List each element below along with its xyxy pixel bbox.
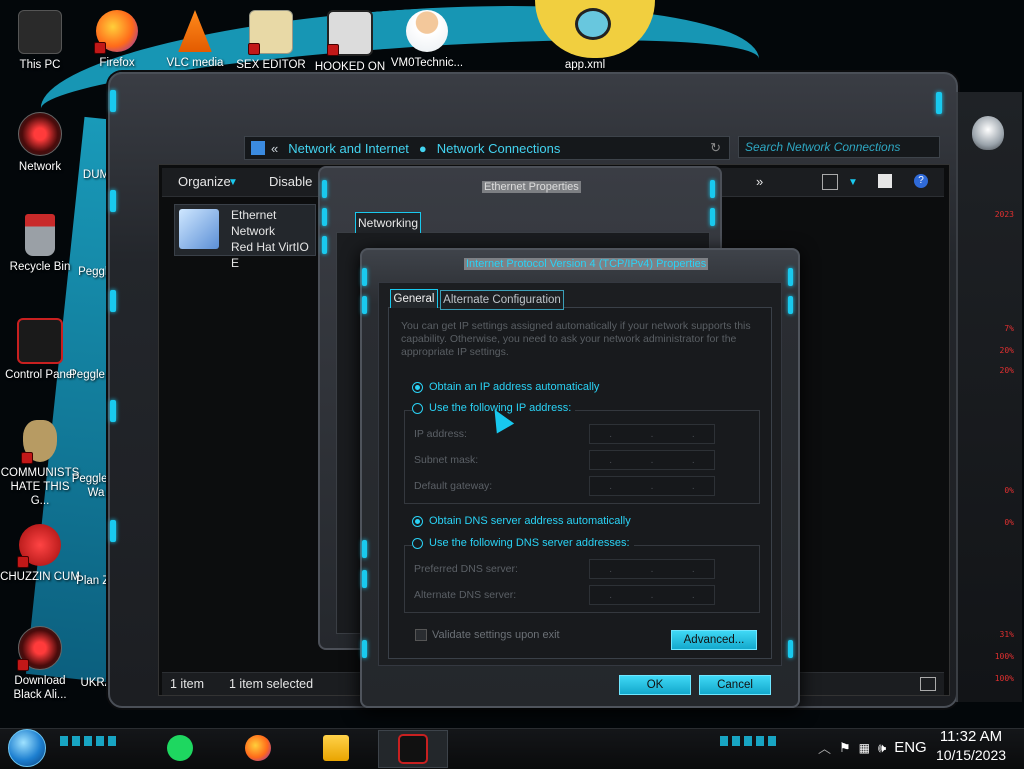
clock-time: 11:32 AM: [939, 728, 1003, 745]
tab-alternate-configuration[interactable]: Alternate Configuration: [440, 290, 564, 310]
breadcrumb-network-connections[interactable]: Network Connections: [437, 141, 561, 156]
cancel-button[interactable]: Cancel: [699, 675, 771, 695]
network-icon[interactable]: ▦: [859, 741, 870, 755]
chuzzle-icon: [17, 524, 61, 568]
tab-general[interactable]: General: [390, 289, 438, 308]
clock-date: 10/15/2023: [935, 747, 1007, 763]
obtain-dns-automatically-radio[interactable]: Obtain DNS server address automatically: [412, 515, 631, 527]
firefox-icon: [94, 10, 138, 54]
breadcrumb-separator-icon: ●: [418, 140, 427, 156]
address-bar[interactable]: « Network and Internet ● Network Connect…: [244, 136, 730, 160]
network-icon: [18, 112, 62, 156]
radio-selected-icon: [412, 381, 423, 393]
connection-status: Network: [231, 224, 276, 238]
radio-unselected-icon: [412, 537, 423, 549]
taskbar-app-firefox[interactable]: [230, 730, 286, 766]
back-chevron-icon[interactable]: «: [271, 141, 278, 156]
taskbar-decoration: [60, 736, 120, 746]
radio-unselected-icon: [412, 402, 423, 414]
selection-count: 1 item selected: [229, 677, 314, 691]
ip-address-label: IP address:: [414, 428, 467, 440]
alternate-dns-input[interactable]: ...: [589, 585, 715, 605]
start-button-icon[interactable]: [8, 729, 46, 767]
ipv4-dialog-title: Internet Protocol Version 4 (TCP/IPv4) P…: [464, 258, 709, 270]
preferred-dns-input[interactable]: ...: [589, 559, 715, 579]
subnet-mask-label: Subnet mask:: [414, 454, 479, 466]
desktop-icon-hooked-on[interactable]: HOOKED ON: [310, 10, 390, 74]
computer-icon: [18, 10, 62, 54]
alienware-logo-icon: [972, 116, 1004, 150]
tab-networking[interactable]: Networking: [355, 212, 421, 233]
default-gateway-input[interactable]: ...: [589, 476, 715, 496]
view-dropdown-icon[interactable]: ▼: [848, 177, 858, 188]
help-icon[interactable]: ?: [914, 174, 928, 188]
clock[interactable]: 11:32 AM 10/15/2023: [930, 728, 1012, 764]
doctor-icon: [406, 10, 448, 52]
checkbox-icon: [415, 629, 427, 641]
view-options-icon[interactable]: [822, 174, 838, 190]
preferred-dns-label: Preferred DNS server:: [414, 563, 518, 575]
subnet-mask-input[interactable]: ...: [589, 450, 715, 470]
money-bag-icon: [21, 420, 57, 464]
desktop-icon-vm0technic[interactable]: VM0Technic...: [387, 10, 467, 70]
spotify-icon: [167, 735, 193, 761]
ip-settings-description: You can get IP settings assigned automat…: [401, 320, 751, 358]
disable-button[interactable]: Disable: [269, 174, 312, 189]
firefox-icon: [245, 735, 271, 761]
preview-pane-icon[interactable]: [878, 174, 892, 188]
taskbar-decoration: [720, 736, 780, 746]
alienware-app-icon: [398, 734, 428, 764]
desktop-icon-download-black-ali[interactable]: Download Black Ali...: [0, 626, 80, 702]
more-commands-button[interactable]: »: [756, 174, 763, 189]
organize-dropdown-icon[interactable]: ▼: [228, 177, 238, 188]
taskbar-app-alienware[interactable]: [378, 730, 448, 768]
default-gateway-label: Default gateway:: [414, 480, 493, 492]
volume-icon[interactable]: 🕪: [878, 740, 886, 756]
desktop-icon-app-xml[interactable]: app.xml: [545, 58, 625, 72]
show-hidden-icons-icon[interactable]: ︿: [818, 738, 831, 757]
maze-game-icon: [327, 10, 373, 56]
language-indicator[interactable]: ENG: [894, 739, 927, 756]
ethernet-properties-title: Ethernet Properties: [482, 181, 581, 193]
desktop-icon-vlc[interactable]: VLC media: [155, 10, 235, 70]
alienware-side-panel: 2023 7% 20% 20% 0% 0% 31% 100% 100%: [956, 92, 1022, 702]
recycle-bin-icon: [25, 214, 55, 256]
hex-editor-icon: [248, 10, 293, 55]
desktop-icon-sex-editor[interactable]: SEX EDITOR: [231, 10, 311, 72]
desktop-icon-this-pc[interactable]: This PC: [0, 10, 80, 72]
obtain-ip-automatically-radio[interactable]: Obtain an IP address automatically: [412, 381, 599, 393]
file-explorer-icon: [323, 735, 349, 761]
desktop-icon-firefox[interactable]: Firefox: [77, 10, 157, 70]
connection-name: Ethernet: [231, 208, 277, 222]
alternate-dns-label: Alternate DNS server:: [414, 589, 517, 601]
ip-address-input[interactable]: ...: [589, 424, 715, 444]
network-adapter-icon: [179, 209, 219, 249]
item-count: 1 item: [170, 677, 205, 691]
details-view-icon[interactable]: [920, 677, 936, 691]
refresh-icon[interactable]: ↻: [710, 140, 721, 156]
search-input[interactable]: Search Network Connections: [738, 136, 940, 158]
taskbar-app-spotify[interactable]: [152, 730, 208, 766]
control-panel-icon: [251, 141, 265, 155]
vlc-icon: [178, 10, 212, 52]
taskbar-app-file-explorer[interactable]: [308, 730, 364, 766]
advanced-button[interactable]: Advanced...: [671, 630, 757, 650]
ok-button[interactable]: OK: [619, 675, 691, 695]
control-panel-icon: [17, 318, 63, 364]
radio-selected-icon: [412, 515, 423, 527]
organize-button[interactable]: Organize: [178, 174, 231, 189]
breadcrumb-network-and-internet[interactable]: Network and Internet: [288, 141, 409, 156]
desktop-icon-network[interactable]: Network: [0, 112, 80, 174]
use-following-dns-radio[interactable]: Use the following DNS server addresses:: [412, 537, 634, 549]
flag-icon[interactable]: ⚑: [839, 740, 851, 756]
system-tray: ︿ ⚑ ▦ 🕪 ENG: [818, 738, 927, 757]
alienware-icon: [17, 626, 62, 671]
validate-settings-checkbox[interactable]: Validate settings upon exit: [415, 629, 560, 641]
ethernet-connection-item[interactable]: Ethernet Network Red Hat VirtIO E: [174, 204, 316, 270]
connection-device: Red Hat VirtIO E: [231, 240, 309, 270]
